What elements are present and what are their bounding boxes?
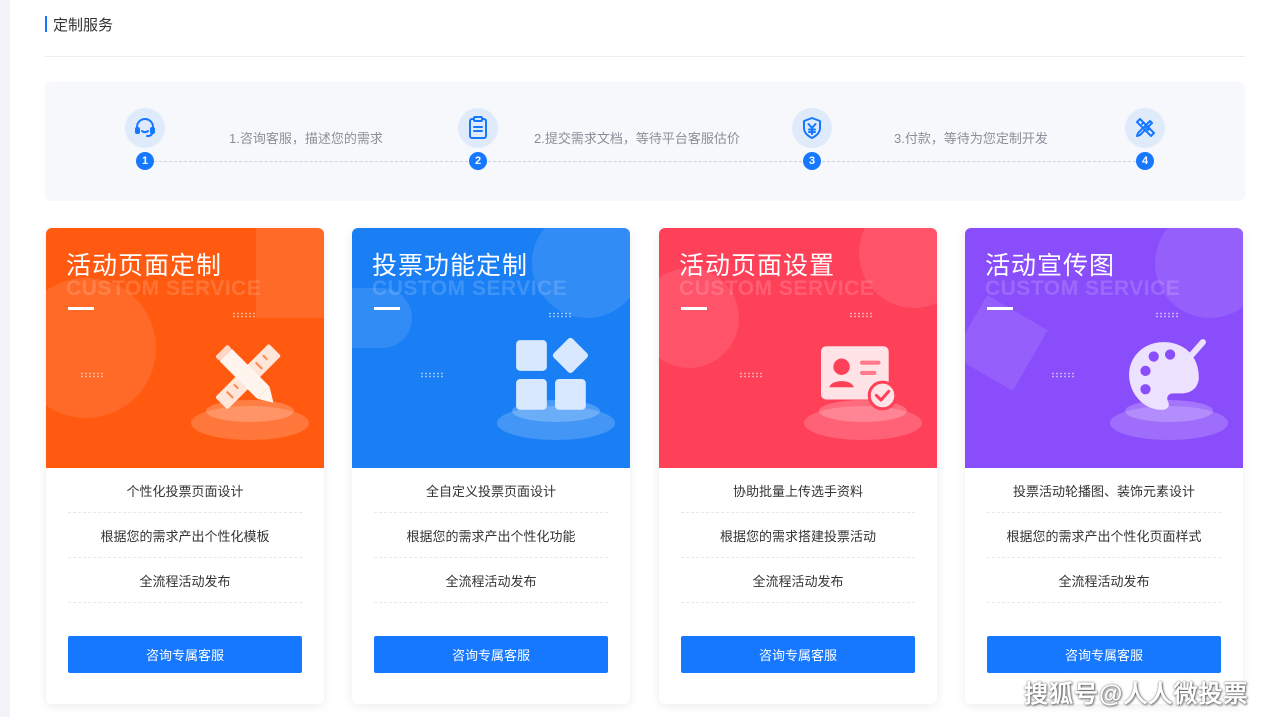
banner-decoration: [1155, 228, 1243, 318]
consult-button[interactable]: 咨询专属客服: [681, 636, 915, 673]
banner-decoration: [232, 312, 256, 318]
banner-decoration: [739, 372, 763, 378]
feature-item: 根据您的需求产出个性化模板: [68, 513, 302, 558]
palette-icon: [1129, 339, 1206, 410]
step-connector-line: [154, 161, 468, 162]
feature-item: 根据您的需求搭建投票活动: [681, 513, 915, 558]
service-card-vote-custom: 投票功能定制 CUSTOM SERVICE 全自定义投票页面设计 根据您的需求产…: [352, 228, 630, 704]
design-tools-icon: [1125, 108, 1165, 148]
feature-item: 全自定义投票页面设计: [374, 468, 608, 513]
section-title: 定制服务: [53, 16, 114, 34]
service-card-page-custom: 活动页面定制 CUSTOM SERVICE 个性化投票页面设计 根据您的需求产出…: [46, 228, 324, 704]
title-underline: [987, 307, 1013, 310]
consult-button[interactable]: 咨询专属客服: [68, 636, 302, 673]
feature-item: 个性化投票页面设计: [68, 468, 302, 513]
step-connector-line: [822, 161, 1136, 162]
step-description: 1.咨询客服，描述您的需求: [229, 131, 383, 146]
consult-button[interactable]: 咨询专属客服: [987, 636, 1221, 673]
step-number: 1: [136, 152, 154, 170]
step-number: 4: [1136, 152, 1154, 170]
feature-item: 协助批量上传选手资料: [681, 468, 915, 513]
card-subtitle: CUSTOM SERVICE: [985, 277, 1181, 300]
banner-decoration: [420, 372, 444, 378]
app-blocks-icon: [516, 337, 588, 410]
consult-button[interactable]: 咨询专属客服: [374, 636, 608, 673]
pencil-ruler-icon: [215, 344, 281, 409]
banner-decoration: [1155, 312, 1179, 318]
step-connector-line: [488, 161, 802, 162]
step-number: 2: [469, 152, 487, 170]
process-steps: 1 2 3 4 1.咨询客服，描述您的需求 2.提交需求文档，等待平台客服估价 …: [45, 82, 1245, 201]
yuan-shield-icon: [792, 108, 832, 148]
banner-decoration: [1051, 372, 1075, 378]
card-banner: 活动页面定制 CUSTOM SERVICE: [46, 228, 324, 468]
feature-item: 根据您的需求产出个性化页面样式: [987, 513, 1221, 558]
clipboard-icon: [458, 108, 498, 148]
step-description: 2.提交需求文档，等待平台客服估价: [534, 131, 740, 146]
watermark: 搜狐号@人人微投票: [1024, 681, 1249, 708]
section-divider: [45, 56, 1245, 57]
feature-item: 根据您的需求产出个性化功能: [374, 513, 608, 558]
feature-item: 投票活动轮播图、装饰元素设计: [987, 468, 1221, 513]
id-card-check-icon: [821, 346, 898, 411]
title-underline: [681, 307, 707, 310]
service-card-page-setup: 活动页面设置 CUSTOM SERVICE 协助批量上传选手资料 根据您的需求搭…: [659, 228, 937, 704]
banner-decoration: [256, 228, 324, 318]
left-edge-strip: [0, 0, 10, 717]
section-title-accent: [45, 16, 47, 32]
card-banner: 投票功能定制 CUSTOM SERVICE: [352, 228, 630, 468]
step-number: 3: [803, 152, 821, 170]
feature-item: 全流程活动发布: [681, 558, 915, 603]
feature-item: 全流程活动发布: [987, 558, 1221, 603]
banner-decoration: [849, 312, 873, 318]
feature-item: 全流程活动发布: [374, 558, 608, 603]
feature-item: 全流程活动发布: [68, 558, 302, 603]
section-header: 定制服务: [45, 15, 114, 34]
banner-decoration: [548, 312, 572, 318]
headset-icon: [125, 108, 165, 148]
card-banner: 活动宣传图 CUSTOM SERVICE: [965, 228, 1243, 468]
title-underline: [374, 307, 400, 310]
step-description: 3.付款，等待为您定制开发: [894, 131, 1048, 146]
card-subtitle: CUSTOM SERVICE: [372, 277, 568, 300]
banner-decoration: [532, 228, 630, 318]
banner-decoration: [80, 372, 104, 378]
card-banner: 活动页面设置 CUSTOM SERVICE: [659, 228, 937, 468]
card-subtitle: CUSTOM SERVICE: [66, 277, 262, 300]
service-card-promo-image: 活动宣传图 CUSTOM SERVICE 投票活动轮播图、装饰元素设计 根据您的…: [965, 228, 1243, 704]
card-subtitle: CUSTOM SERVICE: [679, 277, 875, 300]
title-underline: [68, 307, 94, 310]
